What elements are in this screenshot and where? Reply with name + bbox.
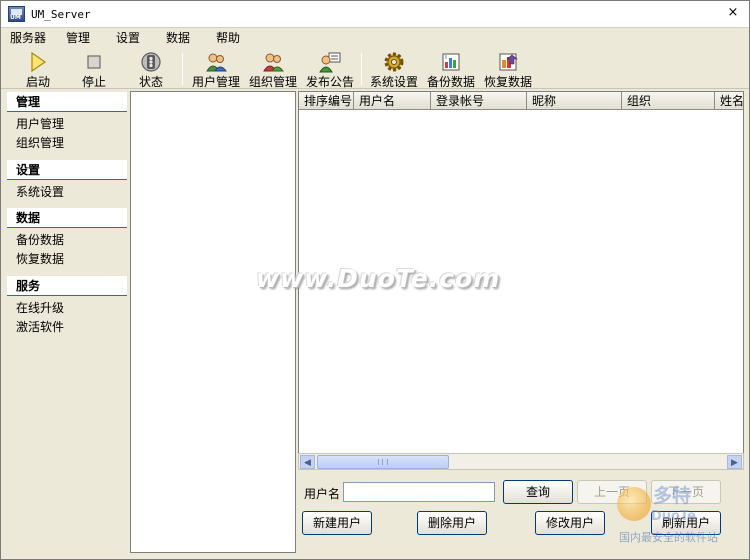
scroll-left-arrow-icon[interactable]: ◀ (300, 455, 315, 469)
play-icon (31, 51, 47, 73)
grid-horizontal-scrollbar[interactable]: ◀ ▶ (298, 453, 744, 470)
nav-section-service: 服务 在线升级 激活软件 (7, 276, 127, 340)
scroll-right-arrow-icon[interactable]: ▶ (727, 455, 742, 469)
close-button[interactable]: × (725, 5, 741, 21)
new-user-button[interactable]: 新建用户 (302, 511, 372, 535)
menu-settings[interactable]: 设置 (116, 31, 140, 45)
restore-data-button[interactable]: 恢复数据 (479, 49, 537, 89)
logo-tagline: 国内最安全的软件站 (619, 531, 718, 544)
gear-icon (384, 52, 404, 72)
grid-header: 排序编号 用户名 登录帐号 昵称 组织 姓名 (299, 92, 743, 110)
user-manage-icon (206, 53, 227, 72)
username-search-input[interactable] (343, 482, 495, 502)
nav-item-restore-data[interactable]: 恢复数据 (7, 250, 127, 269)
app-logo-icon: UM (8, 6, 25, 22)
status-button[interactable]: 状态 (122, 49, 180, 89)
system-settings-label: 系统设置 (369, 75, 418, 89)
title-bar: UM UM_Server × (1, 1, 749, 28)
user-manage-label: 用户管理 (191, 75, 240, 89)
left-nav-panel: 管理 用户管理 组织管理 设置 系统设置 数据 备份数据 恢复数据 服务 在线升… (7, 92, 127, 552)
user-manage-button[interactable]: 用户管理 (187, 49, 245, 89)
menu-bar: 服务器 管理 设置 数据 帮助 (1, 29, 749, 47)
toolbar-separator (361, 53, 362, 85)
stop-button[interactable]: 停止 (65, 49, 123, 89)
menu-server[interactable]: 服务器 (10, 31, 46, 45)
edit-user-button[interactable]: 修改用户 (535, 511, 605, 535)
column-header-nickname[interactable]: 昵称 (527, 92, 622, 110)
toolbar-separator (182, 53, 183, 85)
stop-icon (87, 55, 101, 69)
column-header-sort-id[interactable]: 排序编号 (299, 92, 354, 110)
start-label: 启动 (25, 75, 50, 89)
nav-item-system-settings[interactable]: 系统设置 (7, 183, 127, 202)
menu-help[interactable]: 帮助 (216, 31, 240, 45)
nav-item-org-manage[interactable]: 组织管理 (7, 134, 127, 153)
nav-section-data: 数据 备份数据 恢复数据 (7, 208, 127, 272)
window-title: UM_Server (31, 8, 91, 21)
username-label: 用户名 (304, 487, 341, 501)
duote-logo-icon (617, 487, 651, 521)
nav-section-title: 数据 (7, 208, 127, 228)
column-header-username[interactable]: 用户名 (354, 92, 431, 110)
announce-icon (319, 52, 341, 73)
restore-data-label: 恢复数据 (483, 75, 532, 89)
org-manage-button[interactable]: 组织管理 (244, 49, 302, 89)
scroll-grip-icon (378, 459, 388, 465)
backup-icon (442, 53, 460, 71)
nav-section-manage: 管理 用户管理 组织管理 (7, 92, 127, 156)
logo-cn-text: 多特 (653, 485, 692, 507)
delete-user-button[interactable]: 删除用户 (417, 511, 487, 535)
nav-item-user-manage[interactable]: 用户管理 (7, 115, 127, 134)
org-manage-label: 组织管理 (248, 75, 297, 89)
announce-label: 发布公告 (305, 75, 354, 89)
logo-en-text: DuoTe (651, 509, 696, 524)
announce-button[interactable]: 发布公告 (301, 49, 359, 89)
backup-data-label: 备份数据 (426, 75, 475, 89)
nav-section-title: 服务 (7, 276, 127, 296)
stop-label: 停止 (81, 75, 106, 89)
restore-icon (499, 53, 518, 71)
app-window: UM UM_Server × 服务器 管理 设置 数据 帮助 启动 停止 状态 … (0, 0, 750, 560)
status-icon (141, 52, 161, 72)
org-manage-icon (263, 53, 284, 72)
nav-item-online-upgrade[interactable]: 在线升级 (7, 299, 127, 318)
nav-item-activate-software[interactable]: 激活软件 (7, 318, 127, 337)
column-header-organization[interactable]: 组织 (622, 92, 715, 110)
nav-section-settings: 设置 系统设置 (7, 160, 127, 205)
menu-manage[interactable]: 管理 (66, 31, 90, 45)
backup-data-button[interactable]: 备份数据 (422, 49, 480, 89)
duote-logo-stamp: 多特 DuoTe 国内最安全的软件站 (613, 481, 749, 549)
toolbar: 启动 停止 状态 用户管理 组织管理 发布公告 系统设置 备份数据 恢复数据 (1, 47, 749, 89)
column-header-full-name[interactable]: 姓名 (715, 92, 743, 110)
nav-section-title: 设置 (7, 160, 127, 180)
menu-data[interactable]: 数据 (166, 31, 190, 45)
org-tree-panel[interactable] (130, 91, 296, 553)
query-button[interactable]: 查询 (503, 480, 573, 504)
site-watermark: www.DuoTe.com (256, 264, 501, 293)
scroll-thumb[interactable] (317, 455, 449, 469)
column-header-login-account[interactable]: 登录帐号 (431, 92, 527, 110)
system-settings-button[interactable]: 系统设置 (365, 49, 423, 89)
start-button[interactable]: 启动 (9, 49, 67, 89)
status-label: 状态 (138, 75, 163, 89)
nav-item-backup-data[interactable]: 备份数据 (7, 231, 127, 250)
nav-section-title: 管理 (7, 92, 127, 112)
